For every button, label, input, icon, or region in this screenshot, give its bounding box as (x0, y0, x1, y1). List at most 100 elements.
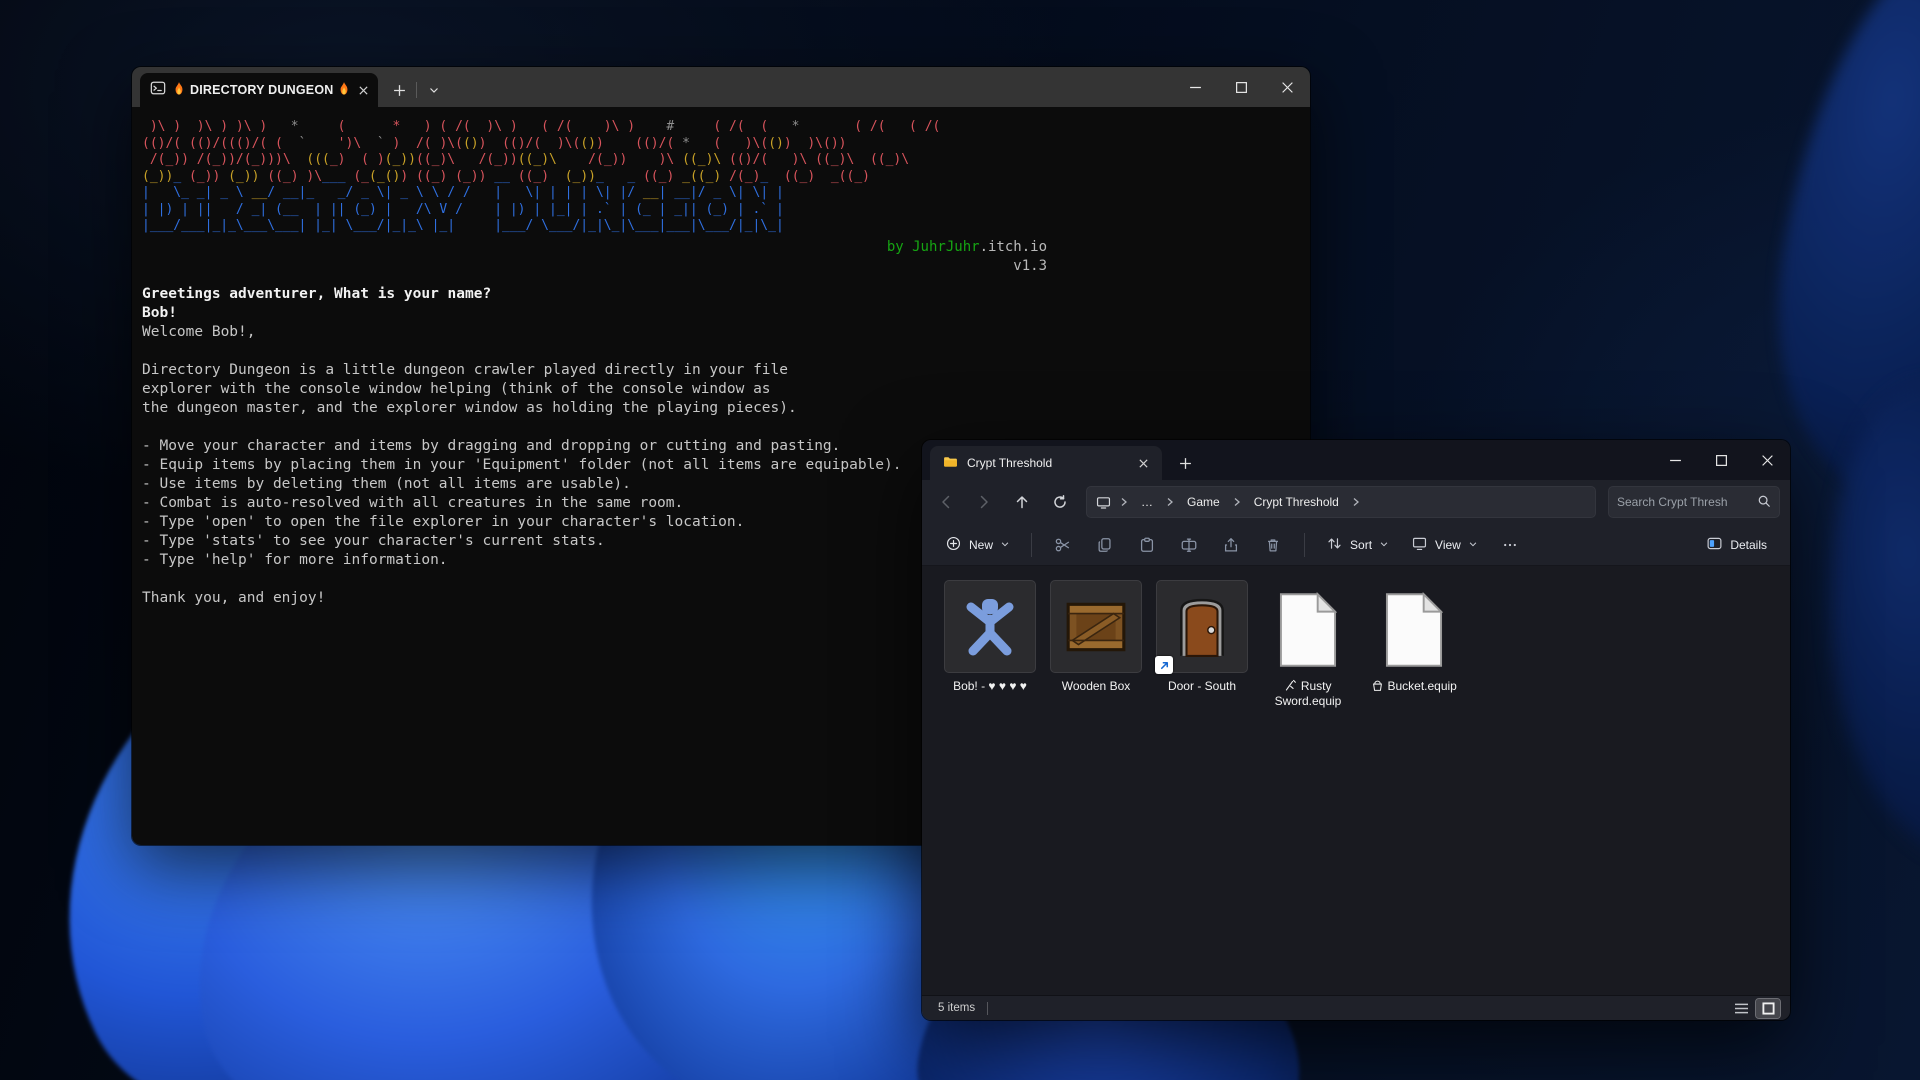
paste-icon[interactable] (1128, 529, 1166, 561)
flame-icon (173, 82, 185, 99)
explorer-window: Crypt Threshold … (922, 440, 1790, 1020)
minimize-button[interactable] (1172, 67, 1218, 107)
tab-close-icon[interactable] (1132, 452, 1154, 474)
back-icon[interactable] (928, 486, 964, 518)
crate-icon (1050, 580, 1142, 673)
search-icon[interactable] (1757, 494, 1771, 511)
close-button[interactable] (1744, 440, 1790, 480)
file-item[interactable]: Bucket.equip (1361, 580, 1467, 694)
tab-separator (416, 82, 417, 98)
breadcrumb[interactable]: … Game Crypt Threshold (1086, 486, 1596, 518)
terminal-text-line: Directory Dungeon is a little dungeon cr… (142, 361, 1300, 380)
file-icon (1385, 592, 1443, 671)
more-options-icon[interactable] (1491, 529, 1529, 561)
breadcrumb-overflow[interactable]: … (1134, 492, 1160, 512)
view-button-label: View (1435, 538, 1461, 552)
forward-icon[interactable] (966, 486, 1002, 518)
file-item-label: Bucket.equip (1371, 679, 1457, 694)
person-icon (944, 580, 1036, 673)
search-input[interactable] (1617, 495, 1751, 509)
tab-dropdown-button[interactable] (419, 76, 449, 104)
details-button[interactable]: Details (1697, 528, 1776, 562)
maximize-button[interactable] (1218, 67, 1264, 107)
file-item-label: Bob! - ♥ ♥ ♥ ♥ (953, 679, 1027, 694)
explorer-tabbar[interactable]: Crypt Threshold (922, 440, 1790, 480)
terminal-text-line: Greetings adventurer, What is your name? (142, 285, 1300, 304)
details-pane-icon (1706, 535, 1723, 555)
terminal-tab-title: DIRECTORY DUNGEON (173, 82, 350, 99)
toolbar-divider (1304, 533, 1305, 557)
file-item-label: Door - South (1168, 679, 1236, 694)
credit-site: .itch.io (980, 239, 1047, 255)
chevron-right-icon (1162, 496, 1178, 508)
credit-version: v1.3 (1013, 258, 1047, 274)
minimize-button[interactable] (1652, 440, 1698, 480)
file-item[interactable]: Bob! - ♥ ♥ ♥ ♥ (937, 580, 1043, 694)
folder-icon (942, 454, 959, 473)
sort-button-label: Sort (1350, 538, 1372, 552)
terminal-text-line: the dungeon master, and the explorer win… (142, 399, 1300, 418)
maximize-button[interactable] (1698, 440, 1744, 480)
cut-icon[interactable] (1044, 529, 1082, 561)
explorer-file-area[interactable]: Bob! - ♥ ♥ ♥ ♥ Wooden Box Door - South Rus… (922, 566, 1790, 995)
ascii-art-banner: )\ ) )\ ) )\ ) * ( * ) ( /( )\ ) ( /( )\… (142, 119, 1300, 235)
dagger-icon (1284, 679, 1297, 693)
breadcrumb-item-crypt-threshold[interactable]: Crypt Threshold (1247, 492, 1346, 512)
rename-icon[interactable] (1170, 529, 1208, 561)
monitor-icon[interactable] (1093, 494, 1114, 511)
view-icon (1411, 535, 1428, 555)
view-button[interactable]: View (1402, 528, 1487, 562)
new-tab-button[interactable] (1170, 448, 1200, 478)
chevron-right-icon (1116, 496, 1132, 508)
chevron-down-icon (1468, 538, 1478, 552)
details-button-label: Details (1730, 538, 1767, 552)
chevron-right-icon (1348, 496, 1364, 508)
desktop: DIRECTORY DUNGEON )\ ) )\ ) )\ ) (0, 0, 1920, 1080)
terminal-text-line: Bob! (142, 304, 1300, 323)
refresh-icon[interactable] (1042, 486, 1078, 518)
command-prompt-icon (150, 80, 166, 101)
terminal-tab[interactable]: DIRECTORY DUNGEON (140, 73, 378, 107)
terminal-text-line (142, 342, 1300, 361)
search-box[interactable] (1608, 486, 1780, 518)
file-item[interactable]: Door - South (1149, 580, 1255, 694)
explorer-toolbar: New Sort View (922, 524, 1790, 566)
close-button[interactable] (1264, 67, 1310, 107)
delete-icon[interactable] (1254, 529, 1292, 561)
file-item[interactable]: Rusty Sword.equip (1255, 580, 1361, 709)
new-button[interactable]: New (936, 528, 1019, 562)
chevron-right-icon (1229, 496, 1245, 508)
status-divider (987, 1002, 988, 1015)
toolbar-divider (1031, 533, 1032, 557)
terminal-titlebar[interactable]: DIRECTORY DUNGEON (132, 67, 1310, 107)
item-count: 5 items (938, 1002, 975, 1014)
explorer-status-bar: 5 items (922, 995, 1790, 1020)
sort-button[interactable]: Sort (1317, 528, 1398, 562)
up-icon[interactable] (1004, 486, 1040, 518)
terminal-text-line: explorer with the console window helping… (142, 380, 1300, 399)
list-view-icon[interactable] (1729, 999, 1753, 1018)
explorer-address-bar: … Game Crypt Threshold (922, 480, 1790, 524)
plus-circle-icon (945, 535, 962, 555)
shortcut-arrow-icon (1155, 656, 1173, 674)
share-icon[interactable] (1212, 529, 1250, 561)
chevron-down-icon (1000, 538, 1010, 552)
copy-icon[interactable] (1086, 529, 1124, 561)
credit-line: by JuhrJuhr.itch.io v1.3 (142, 238, 1047, 276)
terminal-text-line: Welcome Bob!, (142, 323, 1300, 342)
bucket-icon (1371, 679, 1384, 693)
file-item[interactable]: Wooden Box (1043, 580, 1149, 694)
file-item-label: Rusty Sword.equip (1257, 679, 1359, 709)
terminal-text-line (142, 418, 1300, 437)
tab-close-icon[interactable] (357, 79, 370, 101)
explorer-tab[interactable]: Crypt Threshold (930, 446, 1162, 480)
new-button-label: New (969, 538, 993, 552)
file-item-label: Wooden Box (1062, 679, 1131, 694)
breadcrumb-item-game[interactable]: Game (1180, 492, 1227, 512)
new-tab-button[interactable] (384, 76, 414, 104)
explorer-tab-title: Crypt Threshold (967, 456, 1124, 470)
file-icon (1279, 592, 1337, 671)
chevron-down-icon (1379, 538, 1389, 552)
terminal-title-text: DIRECTORY DUNGEON (190, 83, 333, 97)
icons-view-icon[interactable] (1756, 999, 1780, 1018)
